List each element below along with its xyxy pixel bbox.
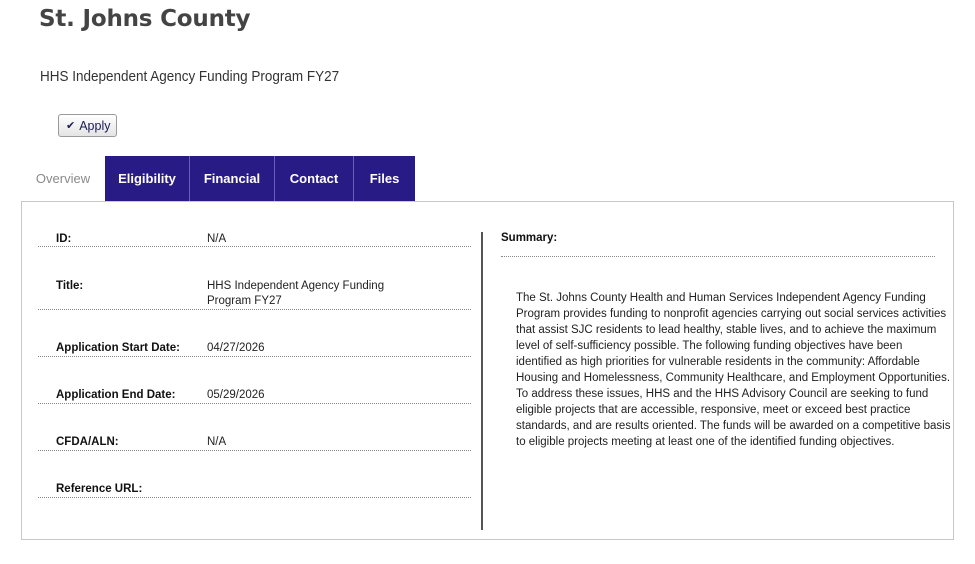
summary-divider <box>501 256 935 257</box>
field-divider <box>38 246 471 247</box>
tab-label: Overview <box>35 171 91 186</box>
field-value-id: N/A <box>207 233 227 245</box>
field-value-start-date: 04/27/2026 <box>207 342 265 354</box>
tab-label: Financial <box>203 171 261 186</box>
field-label-id: ID: <box>56 233 72 245</box>
tab-financial[interactable]: Financial <box>190 156 275 201</box>
field-value-title: HHS Independent Agency Funding Program F… <box>207 279 384 309</box>
apply-button[interactable]: ✔ Apply <box>58 114 117 137</box>
summary-label: Summary: <box>501 232 558 244</box>
tab-bar: Overview Eligibility Financial Contact F… <box>21 156 415 201</box>
column-divider <box>481 232 483 530</box>
tab-overview[interactable]: Overview <box>21 156 105 201</box>
field-value-title-line: Program FY27 <box>207 295 282 307</box>
field-value-cfda: N/A <box>207 436 227 448</box>
field-label-cfda: CFDA/ALN: <box>56 436 119 448</box>
checkmark-icon: ✔ <box>66 119 76 132</box>
field-label-title: Title: <box>56 280 84 292</box>
tab-label: Files <box>369 171 400 186</box>
field-divider <box>38 309 471 310</box>
org-name: St. Johns County <box>39 6 251 32</box>
tab-files[interactable]: Files <box>354 156 415 201</box>
apply-button-label: Apply <box>79 118 111 133</box>
tab-label: Contact <box>289 171 339 186</box>
program-title: HHS Independent Agency Funding Program F… <box>40 69 340 85</box>
field-value-end-date: 05/29/2026 <box>207 389 265 401</box>
field-label-start-date: Application Start Date: <box>56 342 180 354</box>
field-divider <box>38 403 471 404</box>
field-divider <box>38 497 471 498</box>
tab-contact[interactable]: Contact <box>275 156 354 201</box>
field-divider <box>38 356 471 357</box>
summary-text: The St. Johns County Health and Human Se… <box>516 292 951 448</box>
field-label-end-date: Application End Date: <box>56 389 176 401</box>
tab-eligibility[interactable]: Eligibility <box>105 156 190 201</box>
field-label-reference-url: Reference URL: <box>56 483 143 495</box>
tab-label: Eligibility <box>118 171 176 186</box>
field-divider <box>38 450 471 451</box>
field-value-title-line: HHS Independent Agency Funding <box>207 280 385 292</box>
